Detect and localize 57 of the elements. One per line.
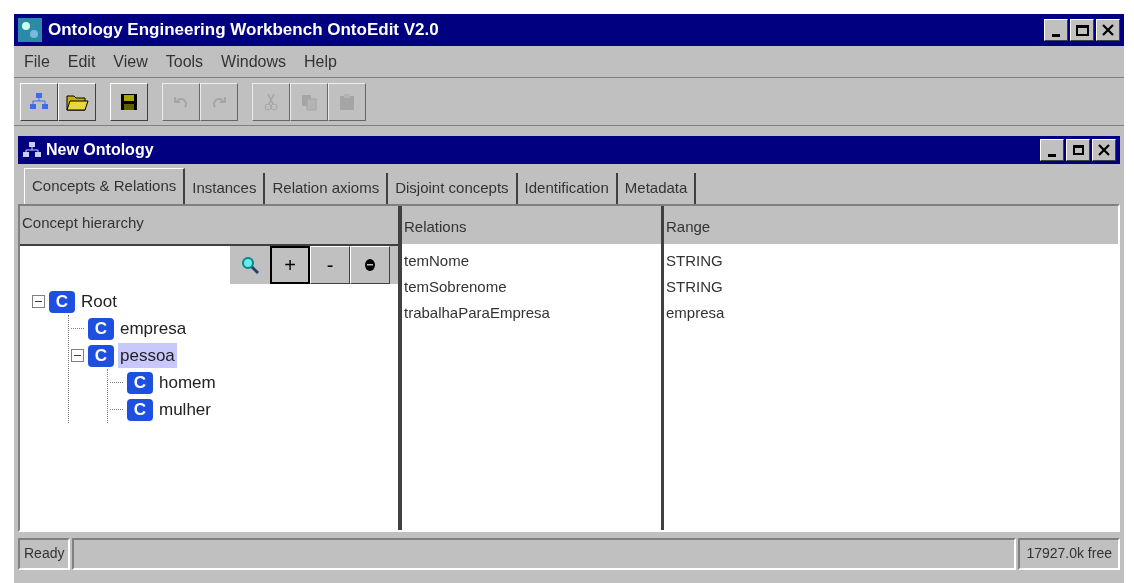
tree-item[interactable]: empresa — [118, 315, 189, 342]
close-button[interactable] — [1096, 19, 1120, 41]
close-button[interactable] — [1092, 139, 1116, 161]
collapse-toggle[interactable] — [71, 349, 84, 362]
clipboard-icon — [337, 91, 357, 112]
concept-icon: C — [49, 290, 75, 313]
menu-item[interactable]: File — [24, 49, 50, 74]
tree-item[interactable]: homem — [157, 369, 218, 396]
menu-item[interactable]: Tools — [165, 49, 204, 74]
concept-icon: C — [127, 398, 153, 421]
table-cell-text: temSobrenome — [403, 277, 508, 297]
tab[interactable]: Relation axioms — [265, 173, 389, 204]
memory-status: 17927.0k free — [1018, 538, 1120, 570]
table-cell-text: empresa — [665, 303, 726, 323]
window-title: Ontology Engineering Workbench OntoEdit V2.0 — [48, 19, 440, 42]
tab[interactable]: Metadata — [617, 173, 697, 204]
table-cell-text: STRING — [665, 277, 724, 297]
table-cell-text: trabalhaParaEmpresa — [403, 303, 551, 323]
document-title: New Ontology — [46, 140, 155, 160]
add-button[interactable]: + — [270, 246, 310, 284]
column-header: Relations — [402, 206, 664, 244]
remove-button[interactable]: - — [310, 246, 350, 284]
status-message: Ready — [18, 538, 71, 570]
search-icon — [240, 255, 260, 275]
table-cell-text: temNome — [403, 251, 471, 271]
close-icon — [1102, 24, 1114, 36]
menu-item[interactable]: Windows — [221, 49, 286, 74]
menu-item[interactable]: Edit — [67, 49, 96, 74]
tab[interactable]: Identification — [517, 173, 618, 204]
toolbar-button[interactable] — [58, 82, 96, 121]
toolbar-button[interactable] — [110, 82, 148, 121]
close-icon — [1098, 144, 1110, 156]
maximize-button[interactable] — [1070, 19, 1094, 41]
scissors-icon — [261, 91, 281, 112]
concept-icon: C — [88, 344, 114, 367]
table-cell-text: STRING — [665, 251, 724, 271]
menu-item[interactable]: View — [113, 49, 148, 74]
tab[interactable]: Concepts & Relations — [24, 168, 186, 204]
menu-item[interactable]: Help — [304, 49, 337, 74]
restore-button[interactable] — [1066, 139, 1090, 161]
concept-icon: C — [88, 317, 114, 340]
e-symbol-icon — [364, 258, 376, 272]
minimize-button[interactable] — [1044, 19, 1068, 41]
toolbar-button[interactable] — [20, 82, 58, 121]
hierarchy-icon — [22, 141, 42, 159]
minimize-button[interactable] — [1040, 139, 1064, 161]
tree-item[interactable]: Root — [79, 288, 119, 315]
tree-item[interactable]: mulher — [157, 396, 213, 423]
search-field[interactable] — [20, 246, 230, 284]
column-header: Range — [665, 217, 712, 237]
edit-button[interactable] — [350, 246, 390, 284]
collapse-toggle[interactable] — [32, 295, 45, 308]
concept-icon: C — [127, 371, 153, 394]
tree-item[interactable]: pessoa — [118, 342, 177, 369]
tab[interactable]: Instances — [185, 173, 266, 204]
tab[interactable]: Disjoint concepts — [388, 173, 518, 204]
app-icon — [18, 18, 42, 42]
